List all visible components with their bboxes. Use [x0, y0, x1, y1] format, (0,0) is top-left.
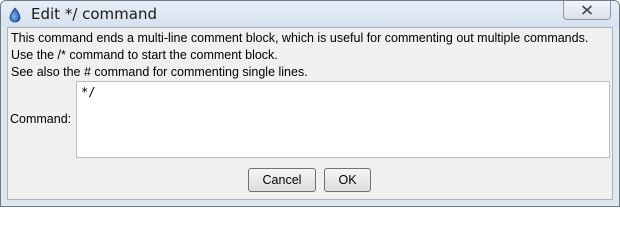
command-textarea[interactable] [76, 81, 610, 158]
close-button[interactable] [563, 1, 611, 20]
dialog-window: Edit */ command This command ends a mult… [0, 0, 620, 207]
ok-button[interactable]: OK [324, 168, 371, 192]
window-title: Edit */ command [31, 5, 158, 23]
description-line: Use the /* command to start the comment … [11, 48, 278, 62]
title-bar[interactable]: Edit */ command [1, 1, 619, 27]
command-label: Command: [10, 112, 72, 126]
dialog-content: This command ends a multi-line comment b… [7, 27, 613, 200]
water-drop-icon [8, 7, 22, 23]
close-x-icon [581, 5, 593, 15]
description-line: This command ends a multi-line comment b… [11, 31, 589, 45]
cancel-button[interactable]: Cancel [248, 168, 316, 192]
description-line: See also the # command for commenting si… [11, 65, 308, 79]
